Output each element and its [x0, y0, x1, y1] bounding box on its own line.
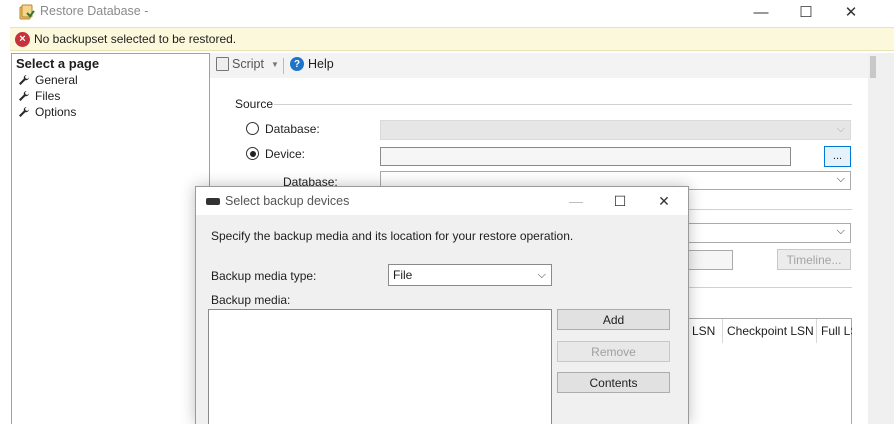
database-radio-label[interactable]: Database: [265, 122, 320, 136]
wrench-icon [18, 106, 30, 118]
script-button[interactable]: Script ▼ [216, 57, 279, 71]
chevron-down-icon: ⌵ [836, 225, 845, 237]
dialog-minimize-button: — [569, 193, 583, 209]
backup-media-type-value: File [393, 268, 413, 282]
error-icon: × [15, 32, 30, 47]
restore-to-field[interactable] [688, 250, 733, 270]
grid-header: LSN Checkpoint LSN Full LS [688, 319, 852, 343]
timeline-button[interactable]: Timeline... [777, 249, 851, 270]
backup-media-type-label: Backup media type: [211, 269, 317, 283]
chevron-down-icon: ⌵ [537, 269, 546, 281]
backup-media-list[interactable] [208, 309, 552, 424]
restore-database-icon [18, 3, 36, 21]
page-item-files[interactable]: Files [18, 89, 60, 103]
maximize-button[interactable]: ☐ [783, 0, 829, 24]
device-radio-label[interactable]: Device: [265, 147, 305, 161]
chevron-down-icon: ⌵ [836, 173, 845, 185]
page-item-label: Options [35, 105, 77, 119]
script-icon [216, 57, 229, 71]
column-header-checkpoint-lsn[interactable]: Checkpoint LSN [723, 319, 817, 343]
close-button[interactable]: ✕ [828, 0, 874, 24]
tape-drive-icon [206, 198, 220, 205]
backup-media-label: Backup media: [211, 293, 291, 307]
destination-database-combo[interactable]: ⌵ [688, 223, 851, 243]
script-label: Script [232, 57, 264, 71]
help-icon: ? [290, 57, 304, 71]
help-button[interactable]: ? Help [290, 57, 334, 71]
page-selector-heading: Select a page [16, 56, 100, 71]
vertical-scrollbar[interactable] [868, 53, 894, 424]
page-selector-panel: Select a page General Files Options [11, 53, 210, 424]
section-divider [688, 287, 852, 288]
dialog-description: Specify the backup media and its locatio… [211, 229, 574, 243]
backup-sets-grid[interactable]: LSN Checkpoint LSN Full LS [688, 318, 852, 424]
dialog-title: Select backup devices [225, 194, 350, 208]
dialog-maximize-button[interactable]: ☐ [598, 189, 642, 213]
section-divider [688, 209, 852, 210]
section-divider [274, 104, 852, 105]
error-message: No backupset selected to be restored. [34, 32, 237, 46]
contents-button[interactable]: Contents [557, 372, 670, 393]
error-bar: × No backupset selected to be restored. [10, 27, 894, 51]
select-backup-devices-dialog: Select backup devices — ☐ ✕ Specify the … [195, 186, 689, 424]
help-label: Help [308, 57, 334, 71]
window-title: Restore Database - [40, 4, 149, 18]
backup-media-type-select[interactable]: File ⌵ [388, 264, 552, 286]
source-database-combo: ⌵ [380, 120, 851, 140]
scrollbar-thumb[interactable] [870, 56, 876, 78]
remove-button[interactable]: Remove [557, 341, 670, 362]
minimize-button[interactable]: — [738, 0, 784, 24]
wrench-icon [18, 90, 30, 102]
dialog-titlebar: Select backup devices — ☐ ✕ [196, 187, 688, 215]
toolbar-separator [283, 58, 284, 74]
page-item-general[interactable]: General [18, 73, 78, 87]
window-titlebar: Restore Database - — ☐ ✕ [0, 0, 894, 26]
column-header-full-lsn[interactable]: Full LS [817, 319, 852, 343]
database-radio[interactable] [246, 122, 259, 135]
source-section-label: Source [235, 97, 274, 111]
toolbar: Script ▼ ? Help [210, 53, 868, 78]
browse-device-button[interactable]: ... [824, 146, 851, 167]
page-item-label: Files [35, 89, 61, 103]
page-item-options[interactable]: Options [18, 105, 76, 119]
wrench-icon [18, 74, 30, 86]
chevron-down-icon[interactable]: ▼ [271, 60, 279, 69]
dialog-close-button[interactable]: ✕ [642, 189, 686, 213]
device-radio[interactable] [246, 147, 259, 160]
chevron-down-icon: ⌵ [836, 123, 845, 135]
add-button[interactable]: Add [557, 309, 670, 330]
page-item-label: General [35, 73, 78, 87]
device-path-field[interactable] [380, 147, 791, 166]
column-header-lsn[interactable]: LSN [688, 319, 723, 343]
